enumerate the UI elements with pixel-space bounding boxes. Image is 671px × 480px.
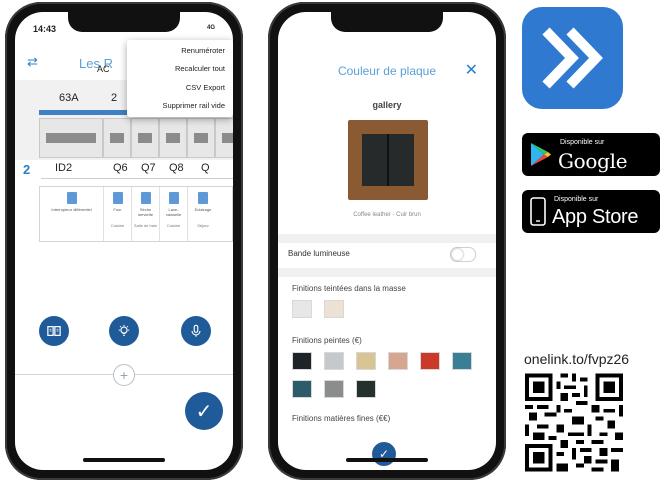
bulb-icon — [118, 324, 130, 336]
rail-number: 2 — [23, 162, 31, 177]
rail-header: ID2 — [55, 162, 73, 174]
close-icon[interactable]: ✕ — [465, 60, 478, 80]
color-swatch[interactable] — [292, 352, 312, 370]
breaker-icon — [66, 192, 77, 204]
module-cell[interactable] — [131, 118, 159, 158]
phone-notch — [68, 12, 180, 32]
device-label: Eclairage — [194, 207, 212, 212]
device-room: Cuisine — [166, 223, 181, 228]
bulb-button[interactable] — [109, 316, 139, 346]
phone-mockup-plate-color: Couleur de plaque ✕ gallery Coffee leath… — [268, 2, 506, 480]
rail-header: Q7 — [141, 162, 156, 174]
rail-header: Q6 — [113, 162, 128, 174]
color-swatch[interactable] — [420, 352, 440, 370]
section-title: Finitions peintes (€) — [292, 336, 362, 345]
menu-item-recalculate[interactable]: Recalculer tout — [127, 60, 233, 78]
color-swatch[interactable] — [356, 380, 376, 398]
section-title: Finitions matières fines (€€) — [292, 414, 391, 423]
color-swatch[interactable] — [356, 352, 376, 370]
badge-store-name: App Store — [552, 206, 639, 228]
double-chevron-icon — [542, 27, 603, 89]
microphone-button[interactable] — [181, 316, 211, 346]
device-label: Interrupteur différentiel — [51, 207, 92, 212]
light-strip-label: Bande lumineuse — [288, 249, 350, 258]
phone-mockup-switchboard: 14:43 4G ⇄ Les R Renuméroter Recalculer … — [5, 2, 243, 480]
color-swatch[interactable] — [292, 380, 312, 398]
device-label: Sèche serviette — [137, 207, 154, 217]
modal-title: Couleur de plaque — [337, 64, 437, 78]
plate-model-name: gallery — [372, 100, 402, 110]
badge-caption: Disponible sur — [560, 139, 605, 146]
status-network: 4G — [206, 25, 215, 31]
menu-item-delete-empty-rail[interactable]: Supprimer rail vide — [127, 97, 233, 115]
oven-icon — [112, 192, 123, 204]
swap-icon[interactable]: ⇄ — [27, 54, 38, 70]
light-strip-toggle[interactable] — [450, 247, 476, 262]
plate-preview — [348, 120, 428, 200]
device-list: Interrupteur différentiel Four Cuisine S… — [39, 186, 233, 242]
smartphone-icon — [530, 197, 546, 226]
status-time: 14:43 — [33, 24, 57, 34]
menu-item-csv-export[interactable]: CSV Export — [127, 79, 233, 97]
confirm-button[interactable]: ✓ — [372, 442, 396, 466]
device-item[interactable]: Sèche serviette Salle de bain — [132, 187, 160, 241]
color-swatch[interactable] — [324, 300, 344, 318]
module-cell[interactable] — [159, 118, 187, 158]
divider — [41, 178, 233, 179]
google-play-icon — [531, 143, 551, 166]
device-room: Cuisine — [110, 223, 125, 228]
qr-code — [525, 373, 623, 472]
device-label: Four — [113, 207, 122, 212]
device-room: Salle de bain — [133, 223, 158, 228]
phone-screen: 14:43 4G ⇄ Les R Renuméroter Recalculer … — [15, 12, 233, 470]
onelink-url[interactable]: onelink.to/fvpz26 — [524, 351, 629, 367]
ac-label: AC — [97, 64, 110, 74]
app-icon[interactable] — [522, 7, 623, 109]
book-icon — [47, 326, 61, 336]
menu-item-renumber[interactable]: Renuméroter — [127, 42, 233, 60]
device-item[interactable]: Interrupteur différentiel — [40, 187, 104, 241]
book-button[interactable] — [39, 316, 69, 346]
module-cell[interactable] — [103, 118, 131, 158]
device-item[interactable]: Lave-vaisselle Cuisine — [160, 187, 188, 241]
color-swatch[interactable] — [324, 352, 344, 370]
device-item[interactable]: Eclairage Séjour — [188, 187, 218, 241]
color-swatch[interactable] — [292, 300, 312, 318]
phone-notch — [331, 12, 443, 32]
rail-header: Q8 — [169, 162, 184, 174]
home-indicator — [83, 458, 165, 462]
device-room: Séjour — [197, 223, 209, 228]
module-cell[interactable] — [39, 118, 103, 158]
dishwasher-icon — [168, 192, 179, 204]
google-play-badge[interactable]: Disponible sur Google play — [522, 133, 660, 197]
module-cell[interactable] — [215, 118, 233, 158]
section-title: Finitions teintées dans la masse — [292, 284, 406, 293]
context-menu: Renuméroter Recalculer tout CSV Export S… — [127, 40, 233, 117]
app-store-badge[interactable]: Disponible sur App Store — [522, 190, 660, 233]
rail-header: Q — [201, 162, 210, 174]
home-indicator — [346, 458, 428, 462]
module-cell[interactable] — [187, 118, 215, 158]
microphone-icon — [191, 324, 201, 337]
divider — [278, 234, 496, 243]
device-label: Lave-vaisselle — [165, 207, 182, 217]
badge-caption: Disponible sur — [554, 196, 599, 203]
divider — [278, 268, 496, 277]
color-swatch[interactable] — [388, 352, 408, 370]
color-swatch[interactable] — [324, 380, 344, 398]
rail-modules — [39, 118, 233, 158]
device-item[interactable]: Four Cuisine — [104, 187, 132, 241]
add-button[interactable]: + — [113, 364, 135, 386]
light-icon — [198, 192, 208, 204]
color-swatch[interactable] — [452, 352, 472, 370]
module-header: 63A — [59, 92, 79, 104]
plate-finish-caption: Coffee leather - Cuir brun — [353, 212, 421, 218]
towel-dryer-icon — [140, 192, 151, 204]
validate-button[interactable]: ✓ — [185, 392, 223, 430]
phone-screen: Couleur de plaque ✕ gallery Coffee leath… — [278, 12, 496, 470]
module-header: 2 — [111, 92, 118, 104]
